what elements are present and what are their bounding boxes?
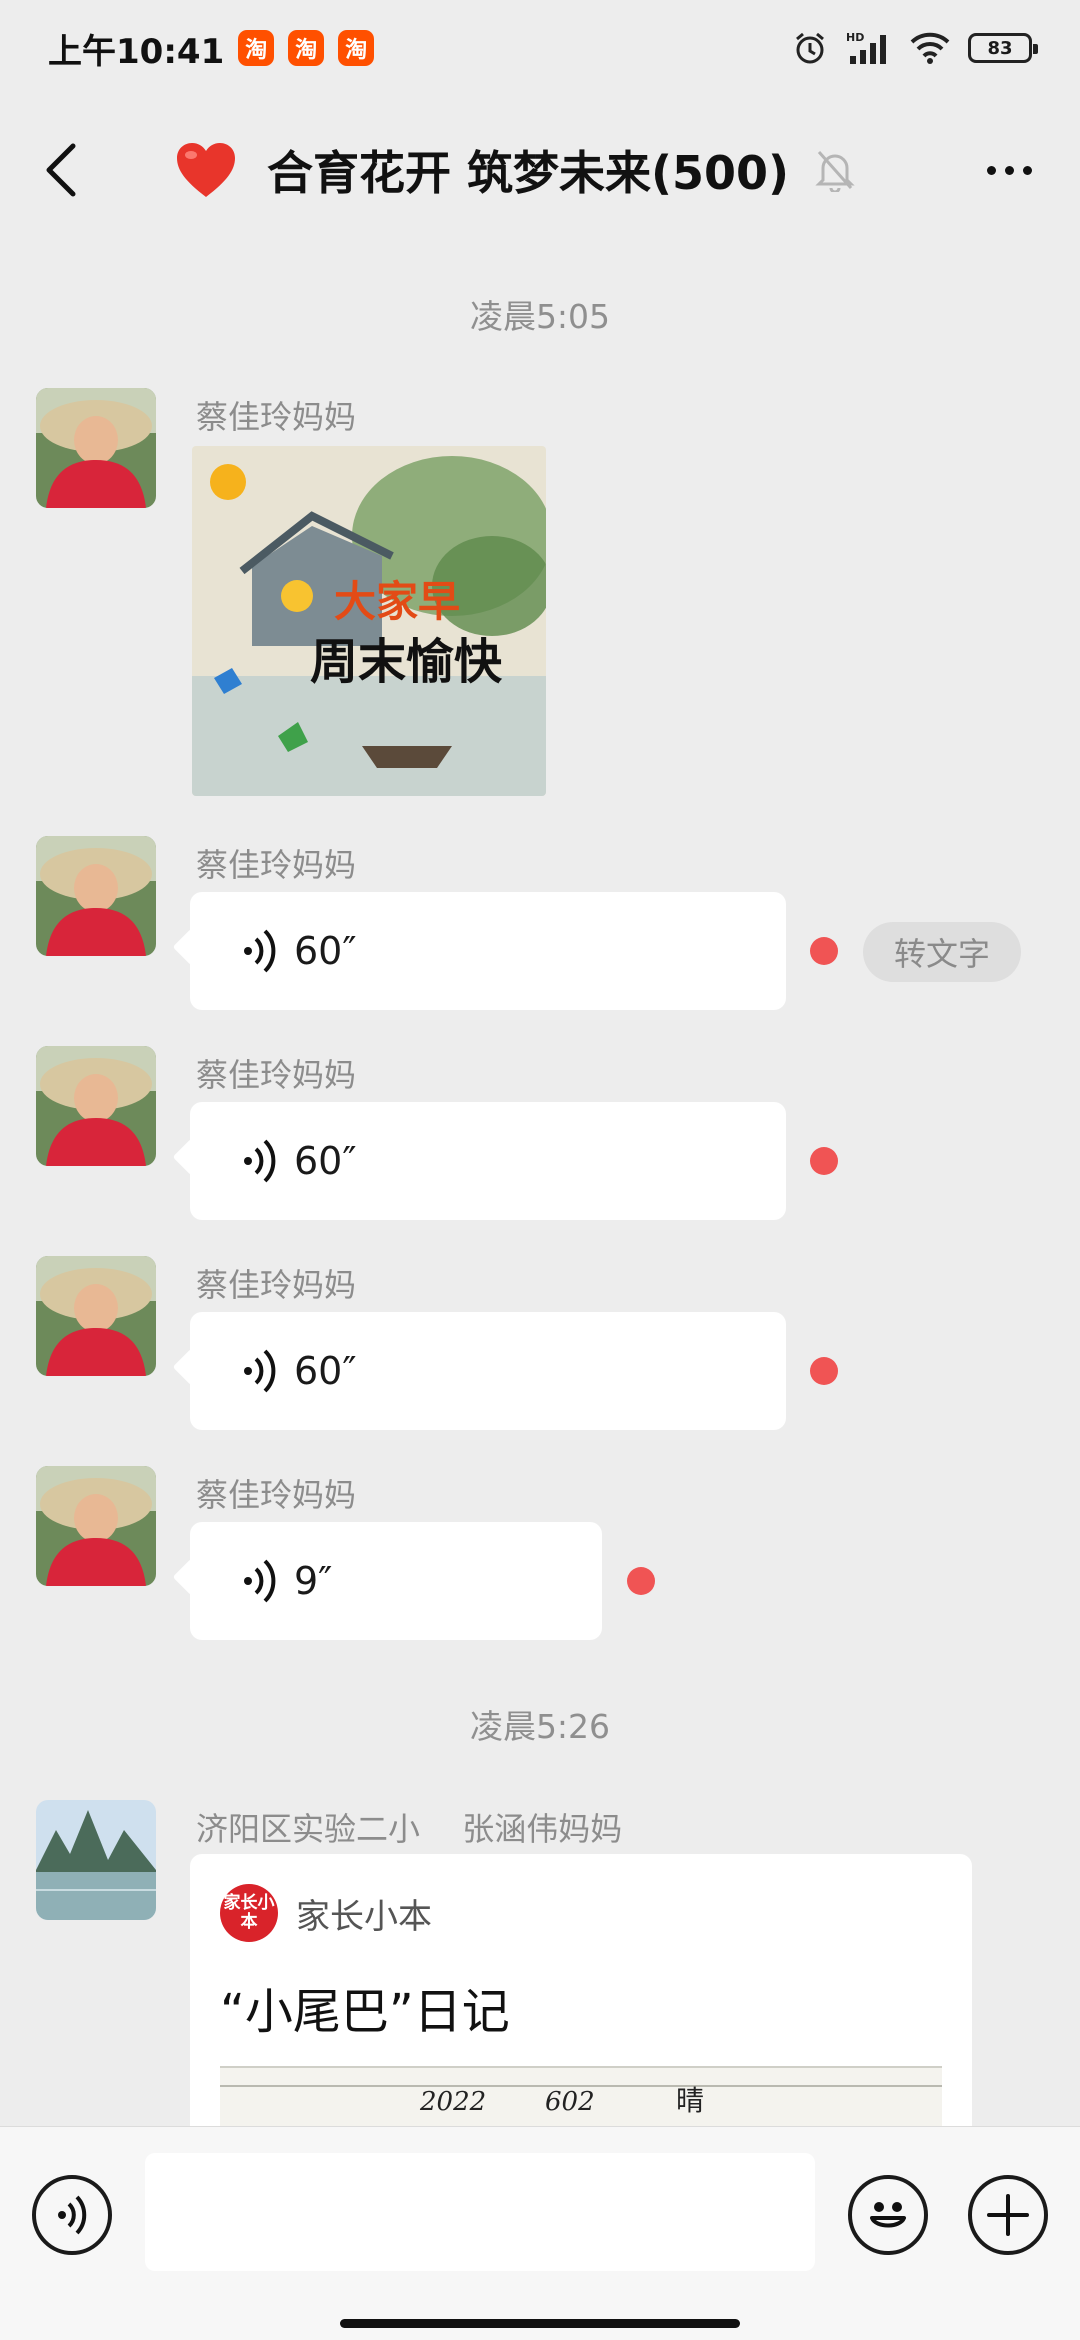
unread-dot [810, 937, 838, 965]
chat-input-bar [0, 2126, 1080, 2340]
taobao-notification-icon: 淘 [338, 30, 375, 66]
more-dot [1022, 165, 1032, 175]
status-icons: HD 83 [792, 30, 1038, 66]
home-indicator[interactable] [340, 2319, 740, 2328]
voice-duration: 60″ [294, 1349, 357, 1393]
sender-group: 济阳区实验二小 [196, 1810, 421, 1848]
chat-header: 合育花开 筑梦未来(500) [0, 100, 1080, 240]
taobao-notification-icon: 淘 [238, 30, 275, 66]
chat-title: 合育花开 筑梦未来(500) [267, 146, 790, 200]
status-time: 上午10:41 [48, 31, 225, 72]
sticker-text-line1: 大家早 [334, 577, 460, 626]
back-button[interactable] [30, 130, 90, 210]
voice-mode-icon [58, 2195, 87, 2235]
thumb-text-weather: 晴 [676, 2084, 704, 2117]
plus-icon [987, 2194, 1029, 2236]
more-options-button[interactable] [974, 140, 1044, 200]
avatar[interactable] [36, 1466, 156, 1586]
thumb-text-year: 2022 [419, 2087, 486, 2117]
sender-name: 蔡佳玲妈妈 [196, 1476, 357, 1514]
battery-indicator: 83 [968, 33, 1038, 63]
voice-message-bubble[interactable]: 60″ [190, 892, 786, 1010]
sender-name: 济阳区实验二小 张涵伟妈妈 [196, 1804, 622, 1850]
bell-off-icon [815, 151, 855, 192]
voice-duration: 60″ [294, 1139, 357, 1183]
chat-title-area[interactable]: 合育花开 筑梦未来(500) [175, 100, 910, 240]
voice-duration: 9″ [294, 1559, 333, 1603]
avatar[interactable] [36, 1256, 156, 1376]
unread-dot [810, 1147, 838, 1175]
plus-button[interactable] [968, 2175, 1048, 2255]
sender-name: 蔡佳玲妈妈 [196, 1056, 357, 1094]
sender-name: 蔡佳玲妈妈 [196, 1266, 357, 1304]
message-timestamp: 凌晨5:05 [469, 297, 611, 336]
app-name: 家长小本 [296, 1896, 432, 1937]
heart-emoji-icon [177, 143, 235, 197]
more-dots-icon [986, 165, 996, 175]
chevron-left-icon [46, 143, 76, 197]
hd-label: HD [846, 31, 864, 44]
more-dot [1004, 165, 1014, 175]
sticker-text-line2: 周末愉快 [310, 634, 503, 690]
sender-name: 蔡佳玲妈妈 [196, 398, 357, 436]
voice-wave-icon [244, 929, 276, 973]
alarm-icon [792, 30, 828, 66]
avatar[interactable] [36, 388, 156, 508]
sender-nickname: 张涵伟妈妈 [462, 1810, 623, 1848]
thumb-text-date: 602 [545, 2087, 595, 2117]
message-timestamp: 凌晨5:26 [469, 1707, 611, 1746]
convert-to-text-button[interactable]: 转文字 [863, 922, 1021, 982]
app-logo: 家长小本 [220, 1884, 278, 1942]
greeting-sticker-image[interactable]: 大家早 周末愉快 [192, 446, 546, 796]
voice-message-bubble[interactable]: 9″ [190, 1522, 602, 1640]
card-title: “小尾巴”日记 [220, 1984, 510, 2040]
voice-message-bubble[interactable]: 60″ [190, 1312, 786, 1430]
avatar[interactable] [36, 836, 156, 956]
voice-message-bubble[interactable]: 60″ [190, 1102, 786, 1220]
card-header: 家长小本 家长小本 [220, 1884, 432, 1942]
taobao-notification-icon: 淘 [288, 30, 325, 66]
status-bar: 上午10:41 淘 淘 淘 HD 83 [0, 0, 1080, 96]
message-input[interactable] [145, 2153, 815, 2271]
voice-wave-icon [244, 1559, 276, 1603]
emoji-icon [870, 2202, 906, 2228]
voice-duration: 60″ [294, 929, 357, 973]
sender-name: 蔡佳玲妈妈 [196, 846, 357, 884]
voice-wave-icon [244, 1349, 276, 1393]
emoji-button[interactable] [848, 2175, 928, 2255]
avatar[interactable] [36, 1046, 156, 1166]
signal-icon: HD [846, 30, 892, 66]
voice-mode-button[interactable] [32, 2175, 112, 2255]
unread-dot [627, 1567, 655, 1595]
wifi-icon [910, 31, 950, 65]
voice-wave-icon [244, 1139, 276, 1183]
unread-dot [810, 1357, 838, 1385]
avatar[interactable] [36, 1800, 156, 1920]
